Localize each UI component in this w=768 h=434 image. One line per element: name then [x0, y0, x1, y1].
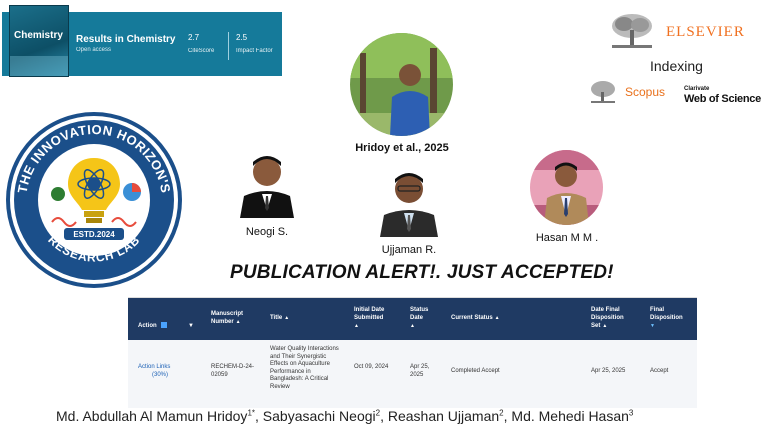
citescore-value: 2.7 — [188, 33, 200, 42]
journal-cover-title: Chemistry — [14, 30, 63, 41]
lab-logo-established: ESTD.2024 — [73, 230, 115, 239]
scopus-wordmark: Scopus — [625, 85, 666, 99]
filter-icon[interactable]: ▼ — [188, 322, 194, 330]
col-current-status[interactable]: Current Status ▲ — [451, 314, 500, 322]
web-of-science-wordmark: Web of Science — [684, 93, 761, 105]
hridoy-photo — [350, 33, 453, 136]
impact-factor-value: 2.5 — [236, 33, 248, 42]
hasan-photo — [530, 150, 603, 225]
citescore-label: CiteScore — [188, 48, 215, 54]
journal-name: Results in Chemistry — [76, 34, 176, 45]
clarivate-wordmark: Clarivate — [684, 86, 710, 92]
hridoy-caption: Hridoy et al., 2025 — [355, 142, 449, 154]
table-header-row: Action ▼ Manuscript Number ▲ Title ▲ Initi… — [128, 298, 697, 340]
col-final-disposition[interactable]: Final Disposition ▼ — [650, 306, 690, 330]
impact-factor-metric: 2.5 Impact Factor — [236, 33, 273, 54]
col-final-date[interactable]: Date Final Disposition Set ▲ — [591, 306, 637, 330]
scopus-tree-logo — [591, 81, 615, 103]
neogi-photo — [236, 148, 298, 218]
ujjaman-caption: Ujjaman R. — [381, 244, 437, 256]
submission-status-table: Action ▼ Manuscript Number ▲ Title ▲ Initi… — [128, 297, 697, 408]
hasan-caption: Hasan M M . — [535, 232, 599, 244]
journal-banner: Chemistry Results in Chemistry Open acce… — [2, 6, 282, 76]
indexing-label: Indexing — [650, 58, 703, 74]
col-initial-date[interactable]: Initial Date Submitted ▲ — [354, 306, 398, 330]
innovation-horizon-lab-logo: THE INNOVATION HORIZON'S RESEARCH LAB ES… — [6, 112, 182, 288]
elsevier-tree-logo — [606, 12, 658, 52]
table-row: Action Links (30%) RECHEM-D-24-02059 Wat… — [128, 340, 697, 408]
manuscript-number-cell: RECHEM-D-24-02059 — [211, 364, 255, 378]
col-title[interactable]: Title ▲ — [270, 314, 289, 322]
authors-line: Md. Abdullah Al Mamun Hridoy1*, Sabyasac… — [56, 408, 634, 424]
current-status-cell: Completed Accept — [451, 368, 500, 374]
action-links[interactable]: Action Links (30%) — [138, 364, 170, 379]
publication-alert-headline: PUBLICATION ALERT!. JUST ACCEPTED! — [230, 262, 614, 283]
neogi-caption: Neogi S. — [245, 226, 289, 238]
ujjaman-photo — [378, 165, 440, 237]
citescore-metric: 2.7 CiteScore — [188, 33, 214, 54]
journal-cover-image: Chemistry — [10, 6, 68, 76]
final-date-cell: Apr 25, 2025 — [591, 368, 626, 374]
impact-factor-label: Impact Factor — [236, 48, 273, 54]
action-filter-icon[interactable] — [161, 322, 168, 329]
col-action[interactable]: Action — [138, 322, 168, 330]
final-disposition-cell: Accept — [650, 368, 669, 374]
col-manuscript-number[interactable]: Manuscript Number ▲ — [211, 310, 271, 326]
col-status-date[interactable]: Status Date ▲ — [410, 306, 440, 330]
initial-date-cell: Oct 09, 2024 — [354, 364, 389, 370]
elsevier-wordmark: ELSEVIER — [666, 24, 745, 40]
title-cell: Water Quality Interactions and Their Syn… — [270, 346, 339, 390]
journal-access: Open access — [76, 47, 112, 53]
status-date-cell: Apr 25, 2025 — [410, 364, 430, 378]
